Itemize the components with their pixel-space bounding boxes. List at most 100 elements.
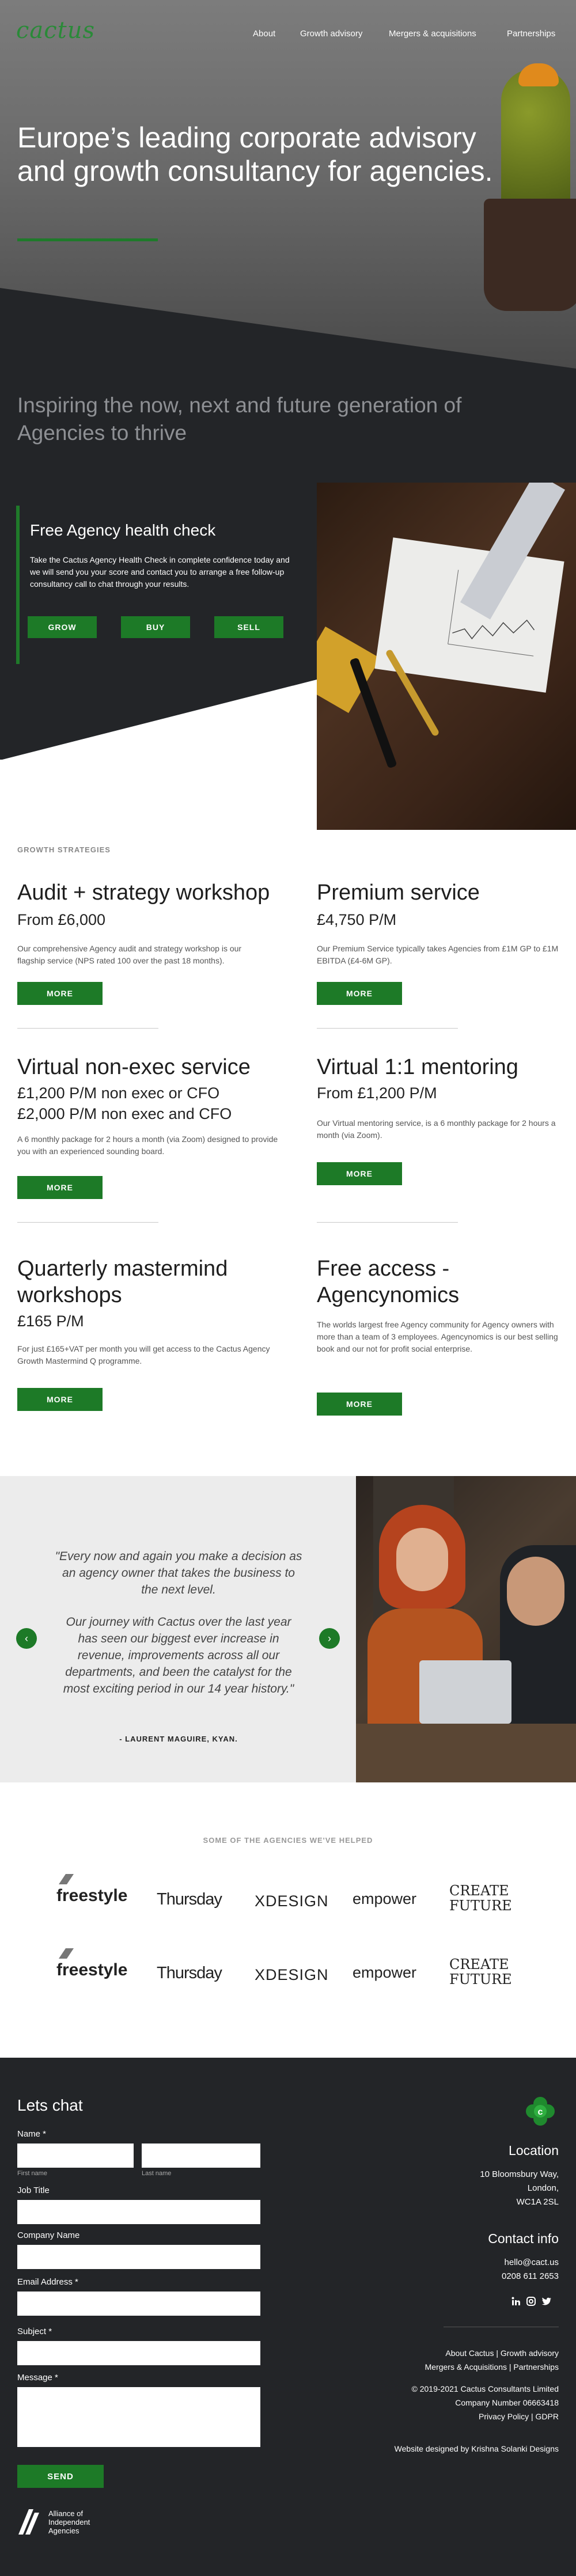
company-name-input[interactable] (17, 2245, 260, 2269)
name-label: Name * (17, 2129, 47, 2139)
service-title: Audit + strategy workshop (17, 881, 270, 905)
designer-credit[interactable]: Website designed by Krishna Solanki Desi… (395, 2442, 559, 2456)
buy-button[interactable]: BUY (121, 616, 190, 638)
contact-form-title: Lets chat (17, 2096, 83, 2114)
logo-create-future: CREATE FUTURE (449, 1883, 512, 1914)
black-pen-image (349, 657, 397, 769)
logo-empower: empower (353, 1964, 417, 1981)
chevron-left-icon: ‹ (25, 1632, 28, 1644)
service-price: From £6,000 (17, 911, 106, 928)
last-name-input[interactable] (142, 2143, 260, 2168)
company-name-label: Company Name (17, 2230, 80, 2240)
email-input[interactable] (17, 2292, 260, 2316)
divider (317, 1028, 458, 1029)
more-button-mentoring[interactable]: MORE (317, 1162, 402, 1185)
footer (0, 2058, 576, 2576)
contact-phone[interactable]: 0208 611 2653 (502, 2270, 559, 2283)
last-name-sublabel: Last name (142, 2170, 172, 2177)
nav-mergers-acquisitions[interactable]: Mergers & acquisitions (389, 29, 476, 39)
service-price: £165 P/M (17, 1312, 84, 1330)
logo-create-future: CREATE FUTURE (449, 1956, 512, 1987)
logo-thursday: Thursday (157, 1890, 222, 1909)
svg-text:c: c (538, 2107, 543, 2117)
logo-xdesign: XDESIGN (255, 1892, 329, 1910)
service-title: Virtual non-exec service (17, 1055, 251, 1079)
sell-button[interactable]: SELL (214, 616, 283, 638)
nav-growth-advisory[interactable]: Growth advisory (300, 29, 362, 39)
logo-xdesign: XDESIGN (255, 1966, 329, 1983)
hero-tagline: Inspiring the now, next and future gener… (17, 393, 462, 445)
service-price-alt: £2,000 P/M non exec and CFO (17, 1105, 232, 1122)
service-title: Virtual 1:1 mentoring (317, 1055, 518, 1079)
more-button-agencynomics[interactable]: MORE (317, 1393, 402, 1416)
desk-photo (317, 483, 576, 830)
woman-face-image (396, 1528, 448, 1591)
service-description: Our Virtual mentoring service, is a 6 mo… (317, 1118, 556, 1140)
section-slant (0, 680, 317, 760)
logo-thursday: Thursday (157, 1964, 222, 1982)
testimonial-author: - LAURENT MAGUIRE, KYAN. (119, 1735, 238, 1743)
service-description: A 6 monthly package for 2 hours a month … (17, 1135, 278, 1156)
more-button-audit[interactable]: MORE (17, 982, 103, 1005)
carousel-next-button[interactable]: › (319, 1628, 340, 1649)
divider (17, 1222, 158, 1223)
address-line: 10 Bloomsbury Way, (480, 2169, 559, 2179)
email-label: Email Address * (17, 2277, 78, 2287)
white-fill (0, 760, 317, 832)
send-button[interactable]: SEND (17, 2465, 104, 2488)
more-button-premium[interactable]: MORE (317, 982, 402, 1005)
contact-email[interactable]: hello@cact.us (505, 2256, 559, 2270)
footer-links[interactable]: Mergers & Acquisitions | Partnerships (425, 2360, 559, 2374)
aiia-logo-icon (17, 2508, 40, 2537)
privacy-links[interactable]: Privacy Policy | GDPR (479, 2410, 559, 2423)
service-description: Our comprehensive Agency audit and strat… (17, 944, 242, 965)
footer-links[interactable]: About Cactus | Growth advisory (445, 2346, 559, 2360)
company-number: Company Number 06663418 (455, 2398, 559, 2407)
service-title: Quarterly mastermind workshops (17, 1257, 228, 1307)
section-label: GROWTH STRATEGIES (17, 845, 111, 854)
hero-slant (0, 288, 576, 374)
cactus-flower-image (518, 63, 559, 86)
laptop-image (419, 1660, 511, 1724)
service-price: £1,200 P/M non exec or CFO (17, 1084, 220, 1102)
freestyle-mark-icon (56, 1947, 101, 1959)
aiia-logo-text: Alliance of Independent Agencies (48, 2509, 90, 2535)
more-button-mastermind[interactable]: MORE (17, 1388, 103, 1411)
message-textarea[interactable] (17, 2387, 260, 2447)
grow-button[interactable]: GROW (28, 616, 97, 638)
chevron-right-icon: › (328, 1632, 331, 1644)
divider (17, 1028, 158, 1029)
testimonial-quote: "Every now and again you make a decision… (55, 1550, 302, 1596)
service-description: For just £165+VAT per month you will get… (17, 1344, 270, 1365)
logo-empower: empower (353, 1890, 417, 1907)
job-title-input[interactable] (17, 2200, 260, 2224)
more-button-non-exec[interactable]: MORE (17, 1176, 103, 1199)
service-description: The worlds largest free Agency community… (317, 1320, 558, 1353)
cactus-badge-icon: c (525, 2096, 555, 2126)
twitter-icon[interactable] (541, 2297, 552, 2306)
location-heading: Location (509, 2143, 559, 2158)
nav-partnerships[interactable]: Partnerships (507, 29, 555, 39)
nav-about[interactable]: About (253, 29, 275, 39)
freestyle-mark-icon (56, 1873, 101, 1884)
team-photo (356, 1476, 576, 1782)
service-price: From £1,200 P/M (317, 1084, 437, 1102)
contact-heading: Contact info (488, 2231, 559, 2246)
carousel-prev-button[interactable]: ‹ (16, 1628, 37, 1649)
site-logo[interactable]: cactus (16, 17, 95, 44)
address-line: WC1A 2SL (516, 2197, 559, 2207)
message-label: Message * (17, 2373, 58, 2382)
first-name-input[interactable] (17, 2143, 134, 2168)
instagram-icon[interactable] (526, 2297, 536, 2306)
service-title: Premium service (317, 881, 480, 905)
man-face-image (507, 1557, 564, 1626)
agencies-title: SOME OF THE AGENCIES WE'VE HELPED (203, 1836, 373, 1845)
linkedin-icon[interactable] (511, 2297, 521, 2306)
subject-input[interactable] (17, 2341, 260, 2365)
service-description: Our Premium Service typically takes Agen… (317, 944, 559, 965)
copyright: © 2019-2021 Cactus Consultants Limited (411, 2384, 559, 2393)
service-title: Free access - Agencynomics (317, 1257, 460, 1307)
address-line: London, (527, 2183, 559, 2193)
job-title-label: Job Title (17, 2186, 50, 2195)
testimonial-quote-continued: Our journey with Cactus over the last ye… (63, 1615, 294, 1695)
